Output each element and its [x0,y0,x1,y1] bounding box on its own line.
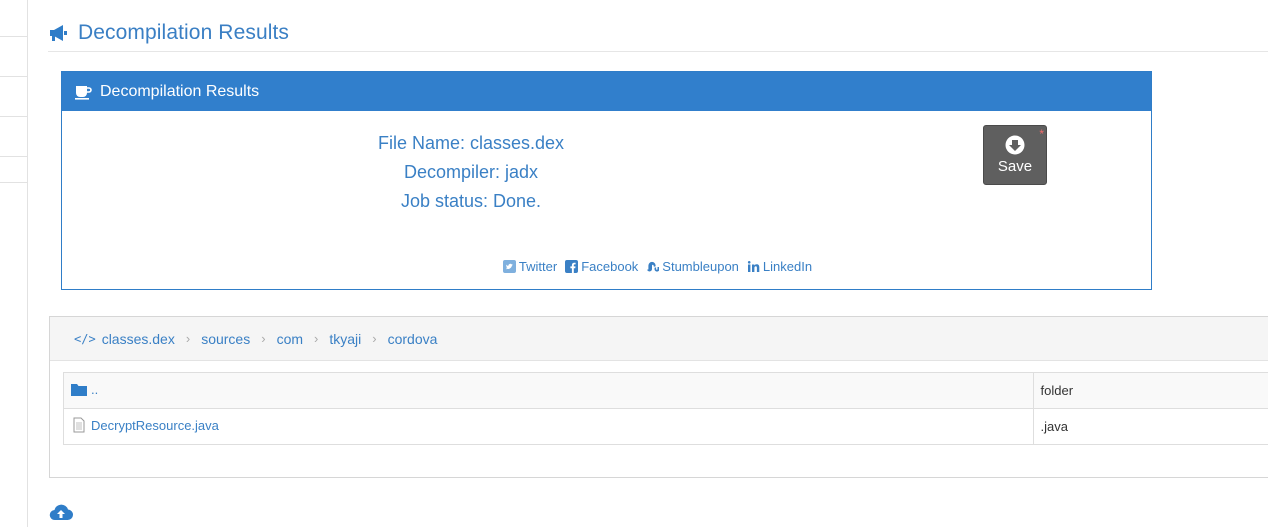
sidebar-divider [0,182,28,183]
file-name-cell: DecryptResource.java [64,409,1034,445]
breadcrumb: </> classes.dex › sources › com › tkyaji… [50,317,1268,361]
share-stumbleupon-link[interactable]: Stumbleupon [646,259,739,274]
share-linkedin-label: LinkedIn [763,259,812,274]
download-icon [1004,134,1026,156]
linkedin-icon [747,260,760,273]
share-facebook-label: Facebook [581,259,638,274]
sidebar-divider [0,156,28,157]
breadcrumb-item-classes-dex[interactable]: classes.dex [102,331,175,347]
share-stumbleupon-label: Stumbleupon [662,259,739,274]
sidebar-divider [0,36,28,37]
file-icon [71,417,87,433]
breadcrumb-separator: › [372,331,376,346]
sidebar-divider [0,116,28,117]
job-info: File Name: classes.dex Decompiler: jadx … [62,129,880,216]
stumbleupon-icon [646,260,659,273]
twitter-icon [503,260,516,273]
left-sidebar [0,0,28,527]
breadcrumb-item-sources[interactable]: sources [201,331,250,347]
file-type-cell: folder [1033,373,1268,409]
panel-heading-label: Decompilation Results [100,83,259,101]
cloud-upload-icon[interactable] [49,502,73,524]
breadcrumb-item-tkyaji[interactable]: tkyaji [329,331,361,347]
share-twitter-link[interactable]: Twitter [503,259,557,274]
breadcrumb-separator: › [186,331,190,346]
code-icon: </> [74,332,96,346]
file-browser: </> classes.dex › sources › com › tkyaji… [49,316,1268,478]
share-links: Twitter Facebook Stumbleupon LinkedIn [62,259,1153,274]
share-twitter-label: Twitter [519,259,557,274]
panel-heading: Decompilation Results [62,72,1151,111]
page-header: Decompilation Results [48,14,1268,52]
decompiler-text: Decompiler: jadx [62,158,880,187]
file-table: .. folder DecryptResource.java .java [63,372,1268,445]
share-facebook-link[interactable]: Facebook [565,259,638,274]
bullhorn-icon [48,22,70,44]
file-type-cell: .java [1033,409,1268,445]
breadcrumb-separator: › [261,331,265,346]
file-name-label: DecryptResource.java [91,418,219,433]
save-badge: * [1039,127,1044,141]
folder-icon [71,381,87,397]
table-row[interactable]: DecryptResource.java .java [64,409,1268,445]
share-linkedin-link[interactable]: LinkedIn [747,259,812,274]
table-row-parent[interactable]: .. folder [64,373,1268,409]
coffee-icon [74,83,92,101]
save-button[interactable]: * Save [983,125,1047,185]
page-title: Decompilation Results [78,21,289,45]
parent-folder-link[interactable]: .. [71,381,98,397]
save-button-label: Save [984,158,1046,175]
breadcrumb-separator: › [314,331,318,346]
file-link[interactable]: DecryptResource.java [71,417,219,433]
sidebar-divider [0,76,28,77]
results-panel: Decompilation Results File Name: classes… [61,71,1152,290]
file-name-cell: .. [64,373,1034,409]
file-name-text: File Name: classes.dex [62,129,880,158]
parent-folder-label: .. [91,382,98,397]
breadcrumb-item-cordova[interactable]: cordova [388,331,438,347]
breadcrumb-item-com[interactable]: com [277,331,303,347]
job-status-text: Job status: Done. [62,187,880,216]
facebook-icon [565,260,578,273]
